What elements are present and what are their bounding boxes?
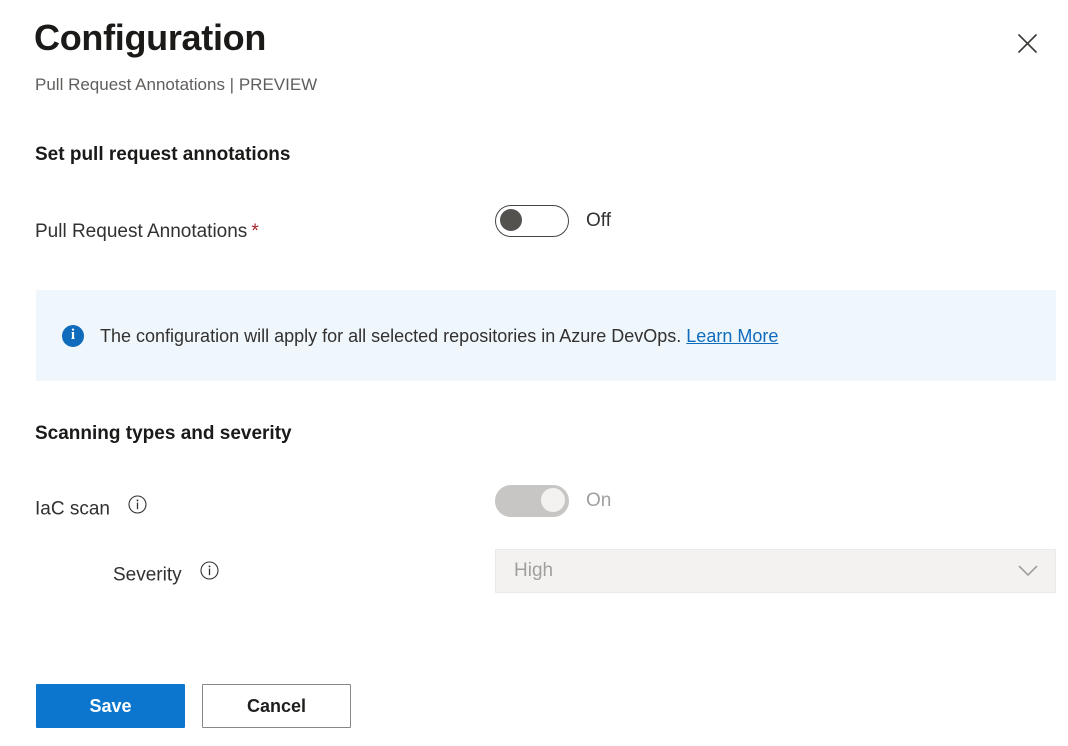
pull-request-annotations-toggle[interactable] (495, 205, 569, 237)
chevron-down-glyph (1018, 565, 1038, 577)
info-circle-icon[interactable] (200, 561, 219, 588)
info-circle-glyph (200, 561, 219, 580)
severity-dropdown-value: High (514, 560, 554, 581)
info-filled-icon: i (62, 324, 84, 347)
close-glyph (1017, 33, 1037, 53)
label-text: Severity (113, 564, 182, 586)
info-banner-message: The configuration will apply for all sel… (100, 325, 682, 346)
info-circle-icon[interactable] (128, 495, 147, 522)
info-banner: i The configuration will apply for all s… (36, 290, 1056, 381)
iac-scan-toggle-state: On (586, 490, 612, 511)
page-subtitle: Pull Request Annotations | PREVIEW (35, 75, 318, 94)
close-icon[interactable] (1008, 24, 1046, 62)
severity-dropdown: High (495, 549, 1056, 593)
required-asterisk: * (251, 221, 259, 242)
section-heading-annotations: Set pull request annotations (35, 144, 291, 165)
footer-buttons: Save Cancel (36, 684, 351, 728)
learn-more-link[interactable]: Learn More (686, 326, 778, 346)
cancel-button[interactable]: Cancel (202, 684, 351, 728)
iac-scan-toggle-row: On (495, 485, 611, 517)
iac-scan-toggle (495, 485, 569, 517)
toggle-knob (541, 488, 565, 512)
info-banner-text: The configuration will apply for all sel… (100, 324, 778, 348)
page-title: Configuration (34, 17, 267, 58)
pull-request-annotations-toggle-row: Off (495, 205, 611, 237)
label-iac-scan: IaC scan (35, 495, 147, 523)
pull-request-annotations-toggle-state: Off (586, 210, 611, 231)
save-button[interactable]: Save (36, 684, 185, 728)
label-text: Pull Request Annotations (35, 221, 248, 242)
section-heading-scanning: Scanning types and severity (35, 423, 292, 444)
toggle-knob (500, 209, 522, 231)
label-text: IaC scan (35, 498, 110, 520)
label-severity: Severity (113, 561, 219, 589)
label-pull-request-annotations: Pull Request Annotations * (35, 219, 259, 245)
info-circle-glyph (128, 495, 147, 514)
chevron-down-icon (1018, 565, 1038, 577)
